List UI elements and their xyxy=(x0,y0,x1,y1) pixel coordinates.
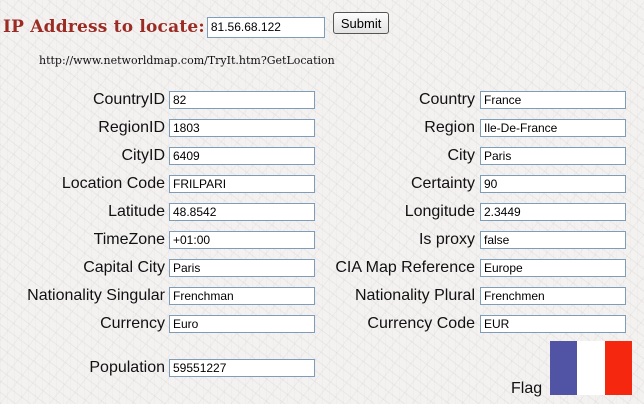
certainty-field[interactable] xyxy=(480,175,626,193)
flag-stripe-red xyxy=(604,341,632,395)
field-row-longitude: Longitude xyxy=(0,203,626,221)
cia-map-reference-field[interactable] xyxy=(480,259,626,277)
city-field[interactable] xyxy=(480,147,626,165)
country-field[interactable] xyxy=(480,91,626,109)
field-row-region: Region xyxy=(0,119,626,137)
submit-button[interactable]: Submit xyxy=(332,12,390,34)
field-row-country: Country xyxy=(0,91,626,109)
field-label: Region xyxy=(424,119,475,136)
flag-stripe-white xyxy=(577,341,605,395)
currency-code-field[interactable] xyxy=(480,315,626,333)
field-row-currency-code: Currency Code xyxy=(0,315,626,333)
flag-label: Flag xyxy=(511,380,543,397)
field-label: CIA Map Reference xyxy=(335,259,475,276)
field-row-city: City xyxy=(0,147,626,165)
longitude-field[interactable] xyxy=(480,203,626,221)
field-row-nationality-plural: Nationality Plural xyxy=(0,287,626,305)
country-flag-image xyxy=(550,341,632,395)
is-proxy-field[interactable] xyxy=(480,231,626,249)
population-field[interactable] xyxy=(169,359,315,377)
region-field[interactable] xyxy=(480,119,626,137)
flag-stripe-blue xyxy=(550,341,578,395)
page-title: IP Address to locate: xyxy=(3,17,205,37)
field-row-is-proxy: Is proxy xyxy=(0,231,626,249)
ip-address-input[interactable] xyxy=(206,16,325,38)
header: IP Address to locate: Submit xyxy=(3,12,390,38)
field-label: Population xyxy=(89,359,165,376)
field-row-population: Population xyxy=(0,359,315,377)
field-label: City xyxy=(447,147,475,164)
field-label: Is proxy xyxy=(418,231,475,248)
field-label: Longitude xyxy=(404,203,475,220)
location-url: http://www.networldmap.com/TryIt.htm?Get… xyxy=(39,54,335,67)
field-row-cia-map-reference: CIA Map Reference xyxy=(0,259,626,277)
field-label: Certainty xyxy=(410,175,475,192)
nationality-plural-field[interactable] xyxy=(480,287,626,305)
field-label: Country xyxy=(418,91,475,108)
field-label: Currency Code xyxy=(367,315,475,332)
field-label: Nationality Plural xyxy=(354,287,475,304)
field-row-certainty: Certainty xyxy=(0,175,626,193)
